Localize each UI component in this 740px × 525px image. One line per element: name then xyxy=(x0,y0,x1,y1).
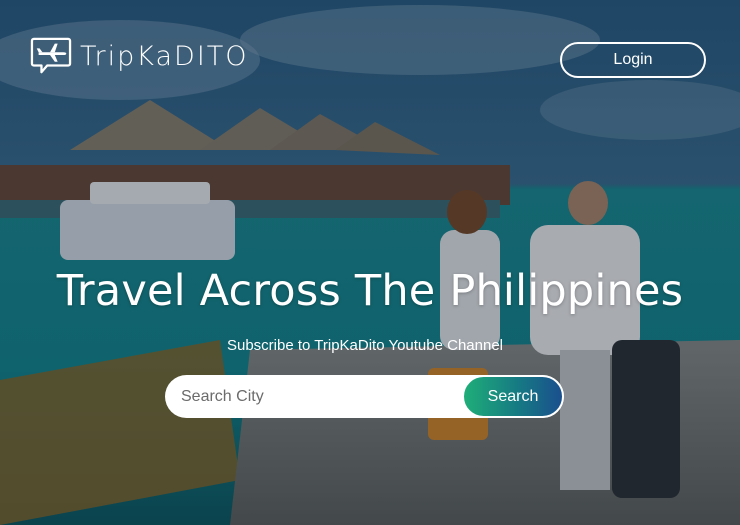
airplane-chat-icon xyxy=(30,37,72,74)
dark-overlay xyxy=(0,0,740,525)
search-bar: Search xyxy=(165,375,564,418)
brand-name: TripKaDITO xyxy=(80,40,249,72)
search-button[interactable]: Search xyxy=(462,375,564,418)
brand-logo[interactable]: TripKaDITO xyxy=(30,36,249,76)
search-input[interactable] xyxy=(165,375,466,418)
hero-section: TripKaDITO Login Travel Across The Phili… xyxy=(0,0,740,525)
hero-subline: Subscribe to TripKaDito Youtube Channel xyxy=(226,337,504,354)
hero-headline: Travel Across The Philippines xyxy=(56,266,684,316)
login-button[interactable]: Login xyxy=(560,42,706,78)
